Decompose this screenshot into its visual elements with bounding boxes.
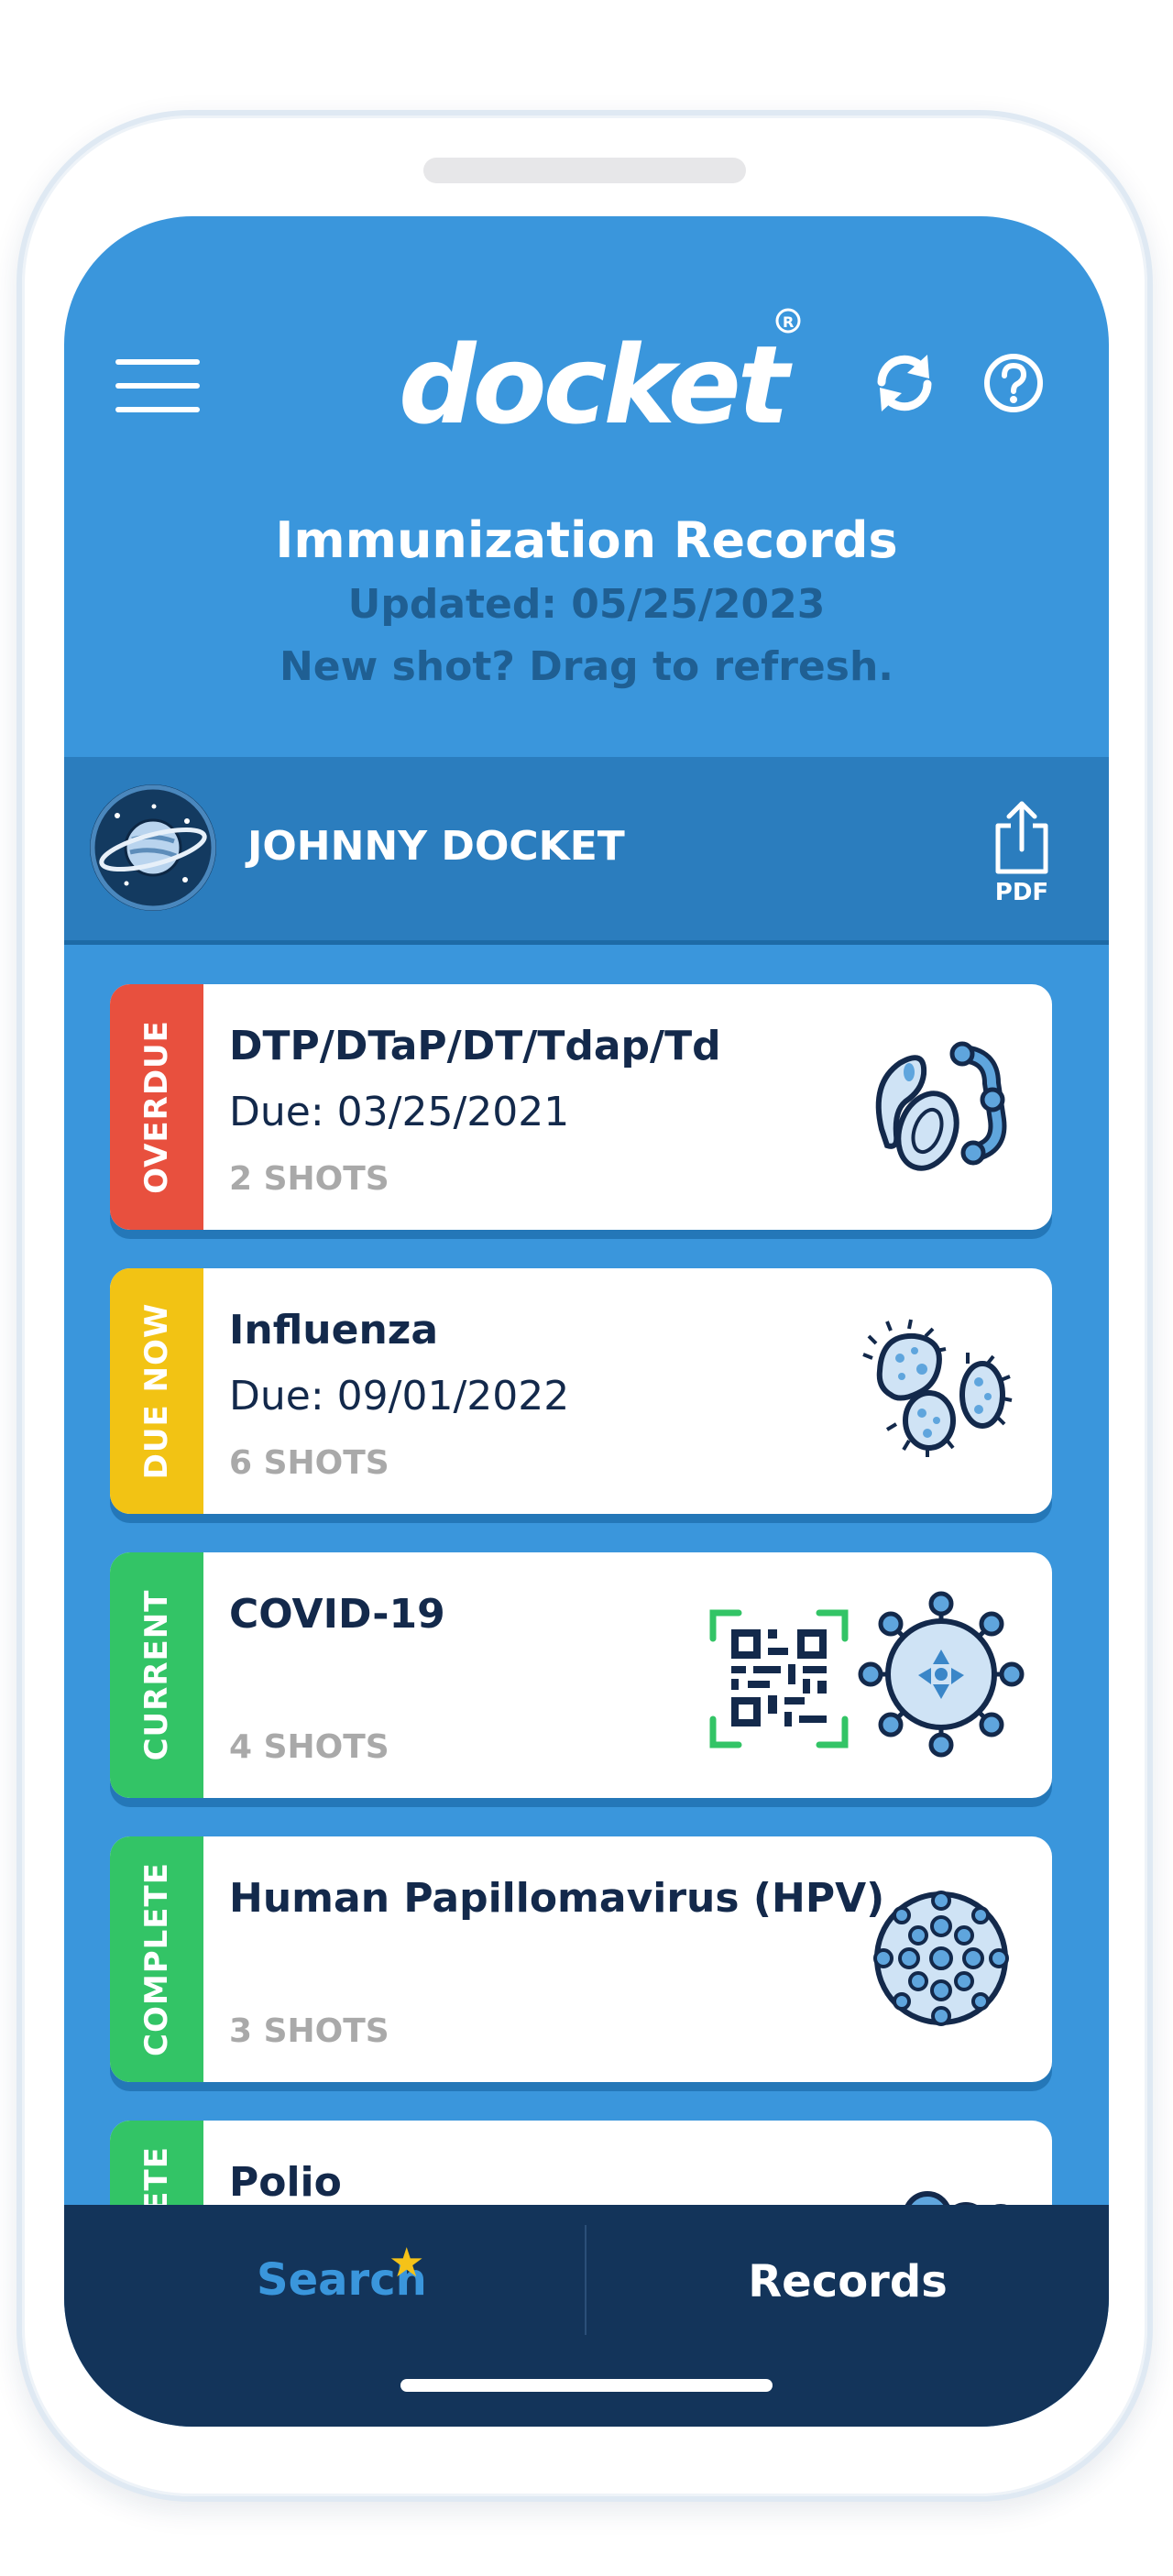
- phone-speaker: [423, 158, 746, 183]
- svg-text:docket: docket: [399, 322, 794, 448]
- vaccine-name: Influenza: [229, 1307, 439, 1354]
- record-card-hpv[interactable]: COMPLETE Human Papillomavirus (HPV) 3 SH…: [110, 1836, 1052, 2082]
- nav-records-label: Records: [748, 2256, 948, 2307]
- influenza-icon: [862, 1319, 1013, 1457]
- patient-name: JOHNNY DOCKET: [247, 823, 625, 870]
- home-indicator[interactable]: [400, 2379, 773, 2392]
- vaccine-name: DTP/DTaP/DT/Tdap/Td: [229, 1023, 721, 1069]
- record-card-influenza[interactable]: DUE NOW Influenza Due: 09/01/2022 6 SHOT…: [110, 1268, 1052, 1514]
- pdf-label: PDF: [994, 879, 1049, 906]
- status-label: OVERDUE: [138, 1020, 175, 1194]
- status-label: DUE NOW: [138, 1302, 175, 1480]
- due-date: Due: 03/25/2021: [229, 1089, 570, 1135]
- star-icon: ★: [389, 2240, 425, 2286]
- updated-date: Updated: 05/25/2023: [347, 581, 826, 628]
- refresh-hint: New shot? Drag to refresh.: [279, 643, 893, 690]
- status-stripe: DUE NOW: [110, 1268, 203, 1514]
- page-title: Immunization Records: [275, 511, 898, 569]
- records-list: OVERDUE DTP/DTaP/DT/Tdap/Td Due: 03/25/2…: [110, 984, 1063, 2418]
- vaccine-name: COVID-19: [229, 1591, 445, 1638]
- status-stripe: OVERDUE: [110, 984, 203, 1230]
- share-icon: [995, 801, 1048, 874]
- app-screen: docket R Immunization Records Updated: 0…: [64, 216, 1109, 2427]
- svg-text:R: R: [783, 313, 794, 331]
- refresh-icon[interactable]: [871, 349, 938, 417]
- status-stripe: COMPLETE: [110, 1836, 203, 2082]
- record-card-covid[interactable]: CURRENT COVID-19 4 SHOTS: [110, 1552, 1052, 1798]
- status-stripe: CURRENT: [110, 1552, 203, 1798]
- status-label: CURRENT: [138, 1589, 175, 1761]
- shot-count: 2 SHOTS: [229, 1160, 389, 1198]
- export-pdf-button[interactable]: PDF: [985, 798, 1058, 908]
- nav-tab-records[interactable]: Records: [586, 2205, 1109, 2342]
- bacteria-icon: [875, 1041, 1007, 1171]
- coronavirus-icon: [858, 1591, 1025, 1758]
- shot-count: 4 SHOTS: [229, 1728, 389, 1766]
- qr-code-icon[interactable]: [707, 1607, 850, 1750]
- menu-icon[interactable]: [115, 354, 200, 418]
- record-card-dtp[interactable]: OVERDUE DTP/DTaP/DT/Tdap/Td Due: 03/25/2…: [110, 984, 1052, 1230]
- shot-count: 6 SHOTS: [229, 1444, 389, 1482]
- shot-count: 3 SHOTS: [229, 2012, 389, 2050]
- avatar[interactable]: [90, 784, 216, 911]
- hpv-virus-icon: [873, 1891, 1009, 2026]
- due-date: Due: 09/01/2022: [229, 1373, 570, 1420]
- status-label: COMPLETE: [138, 1862, 175, 2056]
- bottom-nav: Search ★ Records: [64, 2205, 1109, 2427]
- docket-logo: docket R: [399, 308, 801, 448]
- nav-tab-search[interactable]: Search ★: [64, 2205, 585, 2342]
- vaccine-name: Polio: [229, 2159, 342, 2206]
- vaccine-name: Human Papillomavirus (HPV): [229, 1875, 885, 1922]
- help-icon[interactable]: [982, 352, 1045, 414]
- profile-bar: JOHNNY DOCKET PDF: [64, 757, 1109, 945]
